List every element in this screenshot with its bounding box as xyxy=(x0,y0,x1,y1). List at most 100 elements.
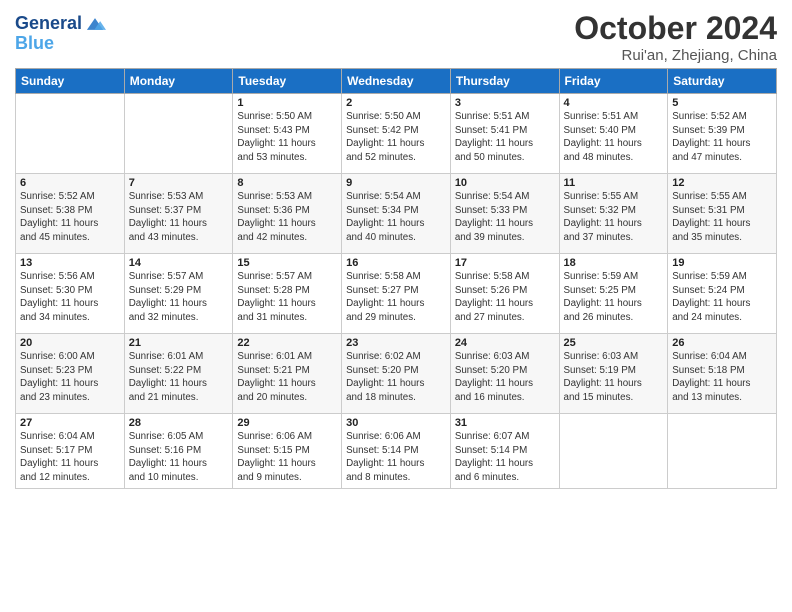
day-number: 18 xyxy=(564,257,664,269)
day-number: 1 xyxy=(237,97,337,109)
day-number: 17 xyxy=(455,257,555,269)
day-info: Sunrise: 5:56 AM Sunset: 5:30 PM Dayligh… xyxy=(20,270,120,325)
table-row: 14Sunrise: 5:57 AM Sunset: 5:29 PM Dayli… xyxy=(124,254,233,334)
table-row: 13Sunrise: 5:56 AM Sunset: 5:30 PM Dayli… xyxy=(16,254,125,334)
day-number: 13 xyxy=(20,257,120,269)
table-row: 12Sunrise: 5:55 AM Sunset: 5:31 PM Dayli… xyxy=(668,174,777,254)
day-number: 9 xyxy=(346,177,446,189)
table-row: 6Sunrise: 5:52 AM Sunset: 5:38 PM Daylig… xyxy=(16,174,125,254)
day-number: 10 xyxy=(455,177,555,189)
table-row: 22Sunrise: 6:01 AM Sunset: 5:21 PM Dayli… xyxy=(233,334,342,414)
location: Rui'an, Zhejiang, China xyxy=(574,47,777,64)
day-number: 8 xyxy=(237,177,337,189)
day-number: 21 xyxy=(129,337,229,349)
table-row: 4Sunrise: 5:51 AM Sunset: 5:40 PM Daylig… xyxy=(559,94,668,174)
table-row xyxy=(559,414,668,489)
table-row: 30Sunrise: 6:06 AM Sunset: 5:14 PM Dayli… xyxy=(342,414,451,489)
table-row: 16Sunrise: 5:58 AM Sunset: 5:27 PM Dayli… xyxy=(342,254,451,334)
day-number: 4 xyxy=(564,97,664,109)
table-row: 19Sunrise: 5:59 AM Sunset: 5:24 PM Dayli… xyxy=(668,254,777,334)
table-row: 8Sunrise: 5:53 AM Sunset: 5:36 PM Daylig… xyxy=(233,174,342,254)
day-number: 27 xyxy=(20,417,120,429)
day-info: Sunrise: 6:03 AM Sunset: 5:20 PM Dayligh… xyxy=(455,350,555,405)
logo-blue: Blue xyxy=(15,34,106,54)
day-info: Sunrise: 6:01 AM Sunset: 5:21 PM Dayligh… xyxy=(237,350,337,405)
calendar-header-row: Sunday Monday Tuesday Wednesday Thursday… xyxy=(16,69,777,94)
day-info: Sunrise: 5:52 AM Sunset: 5:39 PM Dayligh… xyxy=(672,110,772,165)
table-row: 29Sunrise: 6:06 AM Sunset: 5:15 PM Dayli… xyxy=(233,414,342,489)
day-info: Sunrise: 6:05 AM Sunset: 5:16 PM Dayligh… xyxy=(129,430,229,485)
table-row xyxy=(668,414,777,489)
day-number: 22 xyxy=(237,337,337,349)
day-info: Sunrise: 5:58 AM Sunset: 5:27 PM Dayligh… xyxy=(346,270,446,325)
day-info: Sunrise: 5:59 AM Sunset: 5:24 PM Dayligh… xyxy=(672,270,772,325)
table-row: 10Sunrise: 5:54 AM Sunset: 5:33 PM Dayli… xyxy=(450,174,559,254)
logo: General Blue xyxy=(15,14,106,54)
day-info: Sunrise: 5:55 AM Sunset: 5:31 PM Dayligh… xyxy=(672,190,772,245)
day-info: Sunrise: 6:07 AM Sunset: 5:14 PM Dayligh… xyxy=(455,430,555,485)
day-number: 19 xyxy=(672,257,772,269)
table-row: 11Sunrise: 5:55 AM Sunset: 5:32 PM Dayli… xyxy=(559,174,668,254)
col-saturday: Saturday xyxy=(668,69,777,94)
table-row xyxy=(16,94,125,174)
day-info: Sunrise: 5:50 AM Sunset: 5:43 PM Dayligh… xyxy=(237,110,337,165)
day-number: 14 xyxy=(129,257,229,269)
table-row: 1Sunrise: 5:50 AM Sunset: 5:43 PM Daylig… xyxy=(233,94,342,174)
table-row: 20Sunrise: 6:00 AM Sunset: 5:23 PM Dayli… xyxy=(16,334,125,414)
table-row: 31Sunrise: 6:07 AM Sunset: 5:14 PM Dayli… xyxy=(450,414,559,489)
day-number: 3 xyxy=(455,97,555,109)
day-number: 16 xyxy=(346,257,446,269)
table-row: 28Sunrise: 6:05 AM Sunset: 5:16 PM Dayli… xyxy=(124,414,233,489)
day-number: 28 xyxy=(129,417,229,429)
day-info: Sunrise: 6:04 AM Sunset: 5:17 PM Dayligh… xyxy=(20,430,120,485)
page-container: General Blue October 2024 Rui'an, Zhejia… xyxy=(0,0,792,499)
table-row: 21Sunrise: 6:01 AM Sunset: 5:22 PM Dayli… xyxy=(124,334,233,414)
table-row: 7Sunrise: 5:53 AM Sunset: 5:37 PM Daylig… xyxy=(124,174,233,254)
table-row: 23Sunrise: 6:02 AM Sunset: 5:20 PM Dayli… xyxy=(342,334,451,414)
day-number: 31 xyxy=(455,417,555,429)
day-number: 30 xyxy=(346,417,446,429)
table-row xyxy=(124,94,233,174)
col-sunday: Sunday xyxy=(16,69,125,94)
day-info: Sunrise: 5:57 AM Sunset: 5:29 PM Dayligh… xyxy=(129,270,229,325)
day-number: 11 xyxy=(564,177,664,189)
day-info: Sunrise: 5:52 AM Sunset: 5:38 PM Dayligh… xyxy=(20,190,120,245)
day-number: 7 xyxy=(129,177,229,189)
day-number: 23 xyxy=(346,337,446,349)
day-info: Sunrise: 5:53 AM Sunset: 5:37 PM Dayligh… xyxy=(129,190,229,245)
col-tuesday: Tuesday xyxy=(233,69,342,94)
day-number: 24 xyxy=(455,337,555,349)
table-row: 5Sunrise: 5:52 AM Sunset: 5:39 PM Daylig… xyxy=(668,94,777,174)
day-number: 29 xyxy=(237,417,337,429)
day-number: 25 xyxy=(564,337,664,349)
day-info: Sunrise: 6:06 AM Sunset: 5:15 PM Dayligh… xyxy=(237,430,337,485)
table-row: 3Sunrise: 5:51 AM Sunset: 5:41 PM Daylig… xyxy=(450,94,559,174)
table-row: 18Sunrise: 5:59 AM Sunset: 5:25 PM Dayli… xyxy=(559,254,668,334)
table-row: 9Sunrise: 5:54 AM Sunset: 5:34 PM Daylig… xyxy=(342,174,451,254)
calendar: Sunday Monday Tuesday Wednesday Thursday… xyxy=(15,68,777,489)
day-info: Sunrise: 5:50 AM Sunset: 5:42 PM Dayligh… xyxy=(346,110,446,165)
day-info: Sunrise: 5:59 AM Sunset: 5:25 PM Dayligh… xyxy=(564,270,664,325)
day-info: Sunrise: 5:53 AM Sunset: 5:36 PM Dayligh… xyxy=(237,190,337,245)
table-row: 2Sunrise: 5:50 AM Sunset: 5:42 PM Daylig… xyxy=(342,94,451,174)
day-info: Sunrise: 5:54 AM Sunset: 5:34 PM Dayligh… xyxy=(346,190,446,245)
table-row: 25Sunrise: 6:03 AM Sunset: 5:19 PM Dayli… xyxy=(559,334,668,414)
day-info: Sunrise: 5:55 AM Sunset: 5:32 PM Dayligh… xyxy=(564,190,664,245)
day-number: 12 xyxy=(672,177,772,189)
day-number: 20 xyxy=(20,337,120,349)
day-info: Sunrise: 5:54 AM Sunset: 5:33 PM Dayligh… xyxy=(455,190,555,245)
day-info: Sunrise: 6:00 AM Sunset: 5:23 PM Dayligh… xyxy=(20,350,120,405)
header: General Blue October 2024 Rui'an, Zhejia… xyxy=(15,10,777,64)
day-info: Sunrise: 5:58 AM Sunset: 5:26 PM Dayligh… xyxy=(455,270,555,325)
day-info: Sunrise: 6:01 AM Sunset: 5:22 PM Dayligh… xyxy=(129,350,229,405)
day-info: Sunrise: 5:51 AM Sunset: 5:40 PM Dayligh… xyxy=(564,110,664,165)
table-row: 26Sunrise: 6:04 AM Sunset: 5:18 PM Dayli… xyxy=(668,334,777,414)
col-friday: Friday xyxy=(559,69,668,94)
title-block: October 2024 Rui'an, Zhejiang, China xyxy=(574,10,777,64)
day-number: 6 xyxy=(20,177,120,189)
day-number: 15 xyxy=(237,257,337,269)
col-thursday: Thursday xyxy=(450,69,559,94)
table-row: 24Sunrise: 6:03 AM Sunset: 5:20 PM Dayli… xyxy=(450,334,559,414)
day-info: Sunrise: 6:06 AM Sunset: 5:14 PM Dayligh… xyxy=(346,430,446,485)
day-info: Sunrise: 5:57 AM Sunset: 5:28 PM Dayligh… xyxy=(237,270,337,325)
